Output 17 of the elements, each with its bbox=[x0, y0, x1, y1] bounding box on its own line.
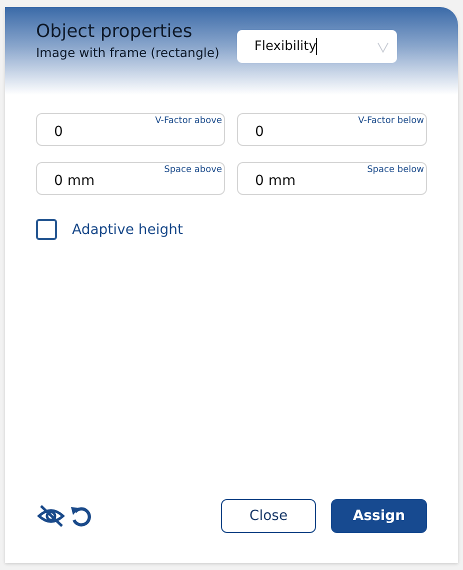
hidden-eye-icon[interactable] bbox=[36, 504, 66, 528]
checkbox-label: Adaptive height bbox=[72, 222, 184, 238]
close-button[interactable]: Close bbox=[221, 499, 316, 533]
input-field[interactable]: 0 V-Factor above bbox=[36, 113, 225, 146]
undo-icon[interactable] bbox=[70, 504, 92, 528]
checkbox[interactable] bbox=[36, 219, 57, 240]
input-field[interactable]: 0 mm Space below bbox=[237, 162, 427, 195]
field-label: V-Factor below bbox=[358, 116, 424, 126]
field-label: V-Factor above bbox=[155, 116, 222, 126]
dialog-title: Object properties bbox=[36, 21, 194, 42]
dropdown-field[interactable]: Flexibility bbox=[237, 30, 398, 63]
assign-button[interactable]: Assign bbox=[331, 499, 427, 533]
dialog-subtitle: Image with frame (rectangle) bbox=[36, 45, 220, 60]
input-field[interactable]: 0 mm Space above bbox=[36, 162, 225, 195]
field-label: Space below bbox=[367, 165, 424, 175]
input-field[interactable]: 0 V-Factor below bbox=[237, 113, 427, 146]
field-label: Space above bbox=[164, 165, 222, 175]
